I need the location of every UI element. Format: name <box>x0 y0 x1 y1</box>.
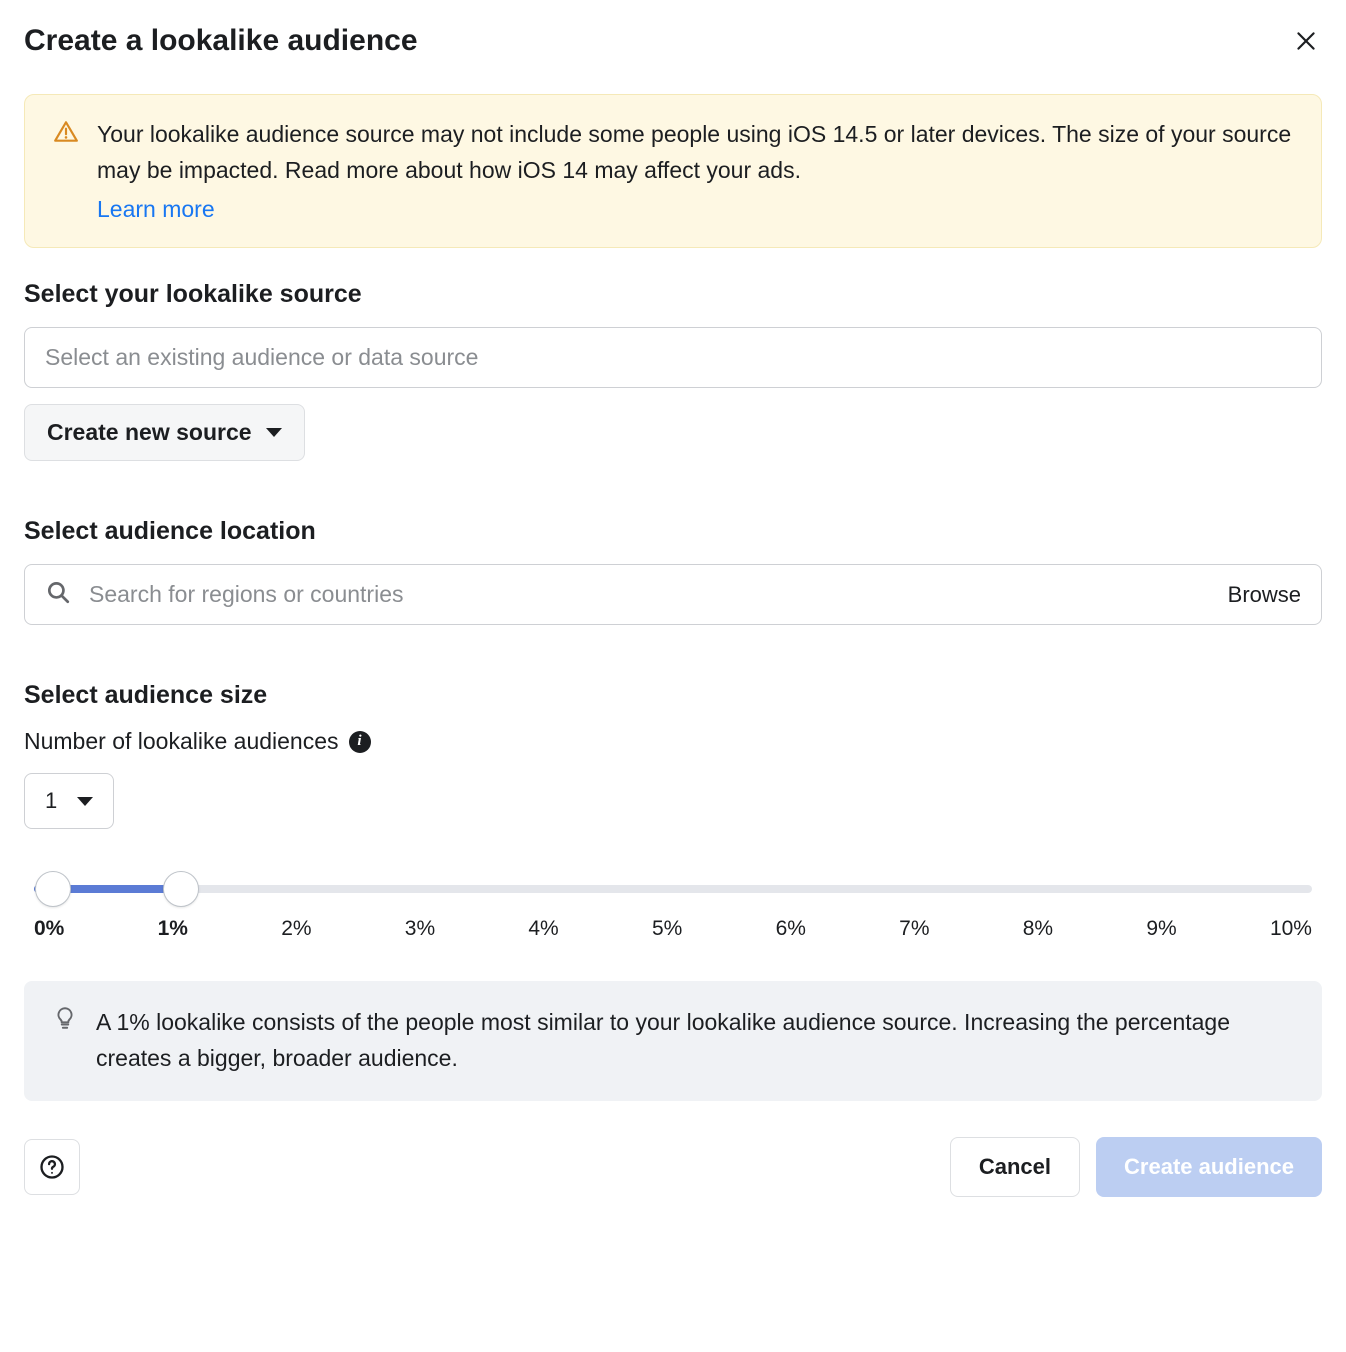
dialog-header: Create a lookalike audience <box>24 24 1322 58</box>
slider-handle-end[interactable] <box>163 871 199 907</box>
info-icon[interactable]: i <box>349 731 371 753</box>
cancel-button[interactable]: Cancel <box>950 1137 1080 1197</box>
tip-text: A 1% lookalike consists of the people mo… <box>96 1005 1294 1076</box>
slider-tick: 8% <box>1023 917 1053 941</box>
caret-down-icon <box>77 797 93 806</box>
warning-text: Your lookalike audience source may not i… <box>97 117 1293 188</box>
caret-down-icon <box>266 428 282 437</box>
source-title: Select your lookalike source <box>24 280 1322 309</box>
create-audience-button[interactable]: Create audience <box>1096 1137 1322 1197</box>
warning-banner: Your lookalike audience source may not i… <box>24 94 1322 248</box>
lightbulb-icon <box>52 1005 78 1076</box>
tip-box: A 1% lookalike consists of the people mo… <box>24 981 1322 1100</box>
location-search-input[interactable] <box>89 581 1210 608</box>
help-button[interactable] <box>24 1139 80 1195</box>
slider-tick: 7% <box>899 917 929 941</box>
slider-tick: 1% <box>158 917 188 941</box>
create-new-source-button[interactable]: Create new source <box>24 404 305 461</box>
slider-tick: 5% <box>652 917 682 941</box>
size-sub-label: Number of lookalike audiences i <box>24 728 1322 755</box>
size-title: Select audience size <box>24 681 1322 710</box>
size-slider[interactable]: 0% 1% 2% 3% 4% 5% 6% 7% 8% 9% 10% <box>24 885 1322 941</box>
search-icon <box>45 579 71 610</box>
slider-tick: 0% <box>34 917 64 941</box>
size-sub-label-text: Number of lookalike audiences <box>24 728 339 755</box>
dialog-footer: Cancel Create audience <box>24 1137 1322 1197</box>
slider-tick: 9% <box>1146 917 1176 941</box>
slider-track <box>34 885 1312 893</box>
dialog-title: Create a lookalike audience <box>24 24 418 58</box>
slider-tick: 10% <box>1270 917 1312 941</box>
audience-count-value: 1 <box>45 788 57 814</box>
slider-tick: 2% <box>281 917 311 941</box>
warning-icon <box>53 119 79 223</box>
create-new-source-label: Create new source <box>47 419 252 446</box>
help-icon <box>38 1153 66 1181</box>
slider-handle-start[interactable] <box>35 871 71 907</box>
slider-tick: 6% <box>776 917 806 941</box>
source-input[interactable]: Select an existing audience or data sour… <box>24 327 1322 388</box>
location-search-box[interactable]: Browse <box>24 564 1322 625</box>
location-title: Select audience location <box>24 517 1322 546</box>
location-section: Select audience location Browse <box>24 517 1322 625</box>
source-section: Select your lookalike source Select an e… <box>24 280 1322 461</box>
slider-labels: 0% 1% 2% 3% 4% 5% 6% 7% 8% 9% 10% <box>34 917 1312 941</box>
footer-actions: Cancel Create audience <box>950 1137 1322 1197</box>
close-button[interactable] <box>1290 25 1322 57</box>
close-icon <box>1293 28 1319 54</box>
slider-tick: 4% <box>528 917 558 941</box>
size-section: Select audience size Number of lookalike… <box>24 681 1322 1100</box>
browse-link[interactable]: Browse <box>1228 582 1301 608</box>
learn-more-link[interactable]: Learn more <box>97 196 215 223</box>
slider-tick: 3% <box>405 917 435 941</box>
audience-count-dropdown[interactable]: 1 <box>24 773 114 829</box>
